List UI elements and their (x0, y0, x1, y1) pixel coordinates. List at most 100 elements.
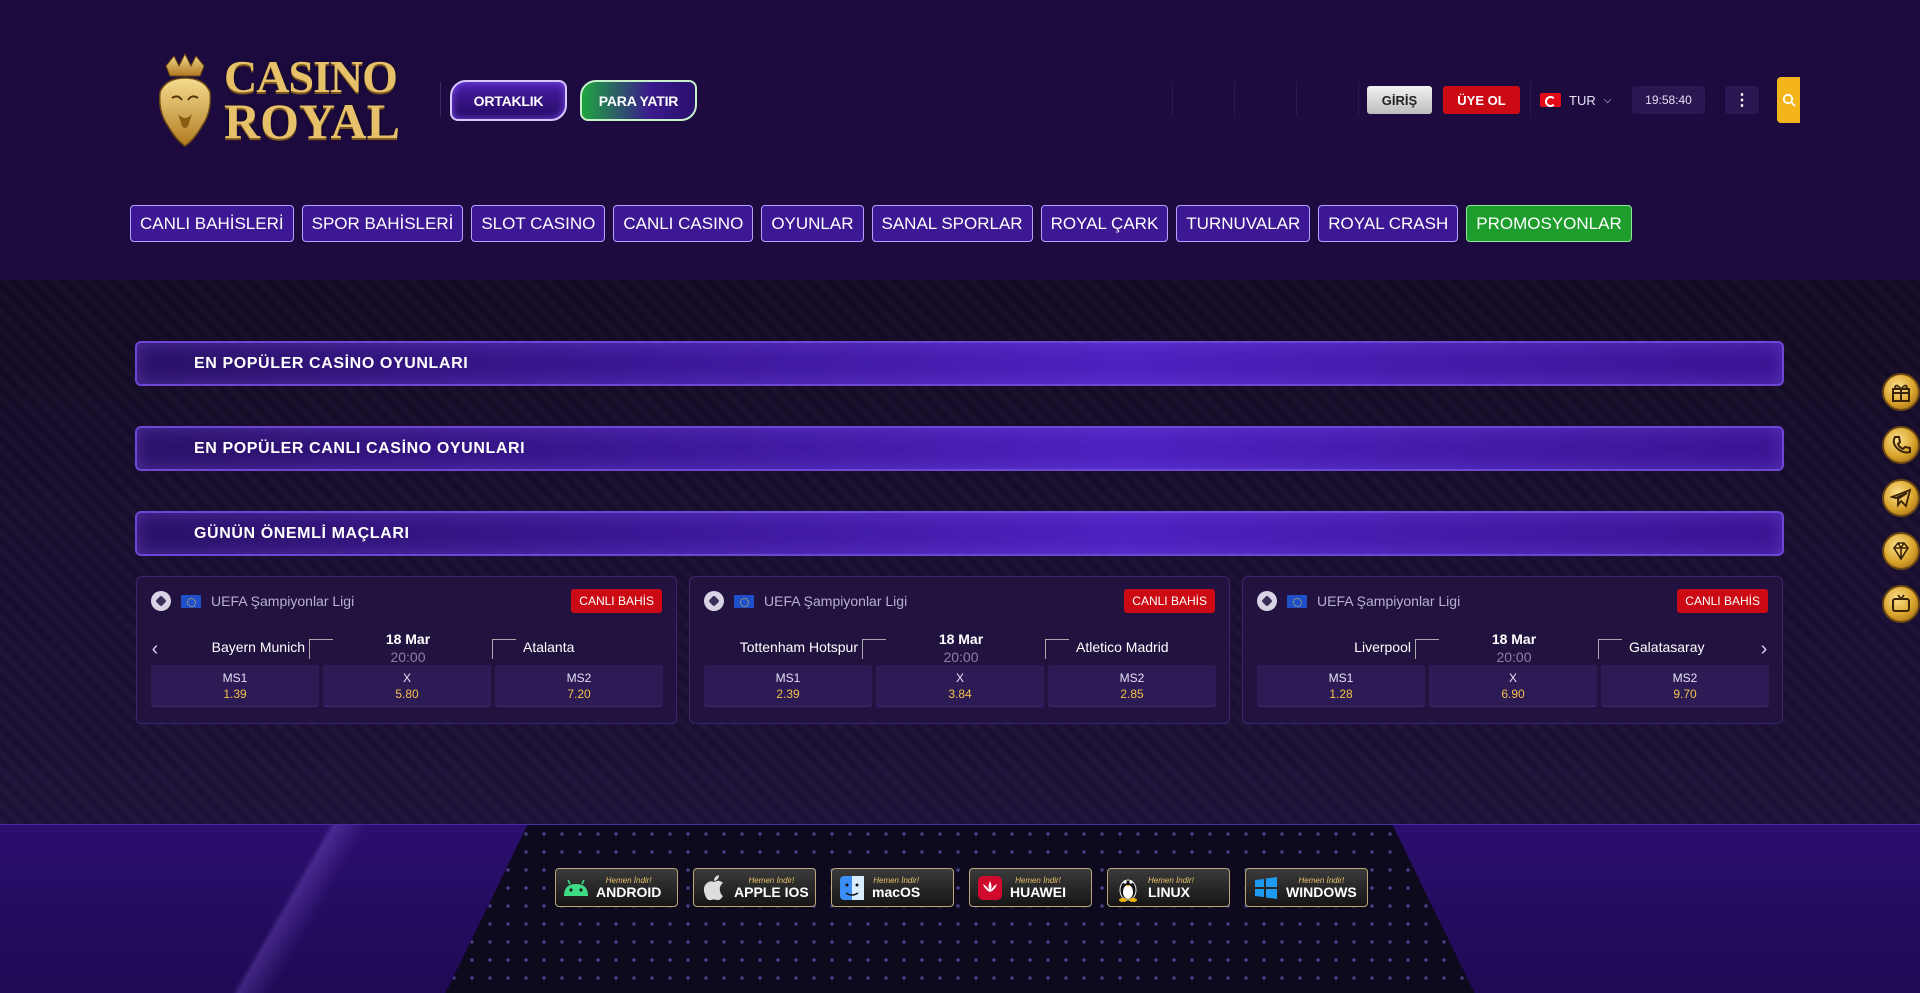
search-icon (1782, 93, 1796, 107)
live-bet-badge[interactable]: CANLI BAHİS (571, 589, 662, 613)
chevron-down-icon: ⌵ (1603, 94, 1612, 106)
odd-value: 6.90 (1501, 687, 1525, 701)
download-huawei-button[interactable]: Hemen İndir! HUAWEI (969, 868, 1092, 907)
nav-royal-wheel[interactable]: ROYAL ÇARK (1040, 205, 1169, 242)
odd-draw[interactable]: X 5.80 (323, 665, 491, 707)
section-todays-matches[interactable]: GÜNÜN ÖNEMLİ MAÇLARI (135, 511, 1784, 556)
logo-wordmark: CASINO ROYAL (224, 50, 400, 150)
platform-name: LINUX (1148, 883, 1190, 900)
header-divider (1358, 82, 1359, 116)
huawei-icon (976, 874, 1004, 902)
live-bet-badge[interactable]: CANLI BAHİS (1677, 589, 1768, 613)
nav-live-casino[interactable]: CANLI CASINO (613, 205, 754, 242)
download-linux-button[interactable]: Hemen İndir! LINUX (1107, 868, 1230, 907)
odd-label: X (402, 671, 411, 685)
register-button[interactable]: ÜYE OL (1443, 86, 1520, 114)
odd-label: X (1508, 671, 1517, 685)
odd-label: MS2 (1672, 671, 1698, 685)
nav-slot-casino[interactable]: SLOT CASINO (471, 205, 606, 242)
odd-home[interactable]: MS1 1.28 (1257, 665, 1425, 707)
match-date: 18 Mar (1491, 631, 1537, 647)
main-nav: CANLI BAHİSLERİ SPOR BAHİSLERİ SLOT CASI… (130, 205, 1632, 242)
odd-value: 3.84 (948, 687, 972, 701)
clock-display: 19:58:40 (1632, 86, 1705, 114)
away-team: Atletico Madrid (1076, 639, 1169, 655)
odd-draw[interactable]: X 6.90 (1429, 665, 1597, 707)
odd-home[interactable]: MS1 1.39 (151, 665, 319, 707)
odd-label: MS2 (566, 671, 592, 685)
footer-decoration (445, 825, 1475, 993)
football-icon (704, 591, 724, 611)
odd-away[interactable]: MS2 2.85 (1048, 665, 1216, 707)
platform-name: APPLE IOS (734, 883, 809, 900)
carousel-prev-icon[interactable]: ‹ (148, 638, 162, 660)
search-button[interactable] (1777, 77, 1800, 123)
odd-value: 2.39 (776, 687, 800, 701)
android-icon (562, 874, 590, 902)
site-logo[interactable]: CASINO ROYAL (152, 50, 400, 150)
odd-away[interactable]: MS2 7.20 (495, 665, 663, 707)
nav-sports-betting[interactable]: SPOR BAHİSLERİ (301, 205, 464, 242)
match-card[interactable]: UEFA Şampiyonlar Ligi CANLI BAHİS Liverp… (1242, 576, 1783, 724)
platform-name: macOS (872, 883, 921, 900)
diamond-icon[interactable] (1882, 532, 1920, 570)
league-name: UEFA Şampiyonlar Ligi (211, 593, 355, 609)
odd-draw[interactable]: X 3.84 (876, 665, 1044, 707)
football-icon (151, 591, 171, 611)
site-footer: Hemen İndir! ANDROID Hemen İndir! APPLE … (0, 824, 1920, 993)
telegram-icon[interactable] (1882, 479, 1920, 517)
section-title: EN POPÜLER CANLI CASİNO OYUNLARI (194, 440, 526, 457)
phone-icon[interactable] (1882, 426, 1920, 464)
header-divider (440, 82, 441, 116)
gift-icon[interactable] (1882, 373, 1920, 411)
nav-live-betting[interactable]: CANLI BAHİSLERİ (130, 205, 294, 242)
deposit-button[interactable]: PARA YATIR (580, 80, 697, 121)
download-ios-button[interactable]: Hemen İndir! APPLE IOS (693, 868, 816, 907)
carousel-next-icon[interactable]: › (1757, 638, 1771, 660)
nav-tournaments[interactable]: TURNUVALAR (1176, 205, 1311, 242)
team-logo (492, 639, 516, 659)
platform-name: HUAWEI (1010, 883, 1066, 900)
team-logo (1598, 639, 1622, 659)
odd-away[interactable]: MS2 9.70 (1601, 665, 1769, 707)
download-android-button[interactable]: Hemen İndir! ANDROID (555, 868, 678, 907)
download-macos-button[interactable]: Hemen İndir! macOS (831, 868, 954, 907)
language-selector[interactable]: TUR ⌵ (1540, 90, 1611, 110)
apple-icon (700, 874, 728, 902)
header-divider (1234, 82, 1235, 116)
match-time: 20:00 (390, 649, 426, 665)
header-divider (1296, 82, 1297, 116)
platform-name: WINDOWS (1286, 883, 1357, 900)
match-date: 18 Mar (938, 631, 984, 647)
match-date: 18 Mar (385, 631, 431, 647)
team-logo (1415, 639, 1439, 659)
match-card[interactable]: UEFA Şampiyonlar Ligi CANLI BAHİS Totten… (689, 576, 1230, 724)
eu-flag-icon (181, 594, 201, 608)
odd-label: MS1 (1328, 671, 1354, 685)
match-card[interactable]: UEFA Şampiyonlar Ligi CANLI BAHİS Bayern… (136, 576, 677, 724)
league-name: UEFA Şampiyonlar Ligi (1317, 593, 1461, 609)
download-windows-button[interactable]: Hemen İndir! WINDOWS (1245, 868, 1368, 907)
nav-games[interactable]: OYUNLAR (761, 205, 864, 242)
more-menu-icon[interactable]: ⋮ (1725, 86, 1759, 114)
home-team: Tottenham Hotspur (739, 639, 858, 655)
odd-home[interactable]: MS1 2.39 (704, 665, 872, 707)
affiliate-button[interactable]: ORTAKLIK (450, 80, 567, 121)
section-popular-casino[interactable]: EN POPÜLER CASİNO OYUNLARI (135, 341, 1784, 386)
tv-icon[interactable] (1882, 585, 1920, 623)
app-download-row: Hemen İndir! ANDROID Hemen İndir! APPLE … (555, 868, 1368, 907)
odd-value: 5.80 (395, 687, 419, 701)
home-team: Bayern Munich (211, 639, 305, 655)
odd-label: MS1 (775, 671, 801, 685)
nav-royal-crash[interactable]: ROYAL CRASH (1318, 205, 1459, 242)
nav-promotions[interactable]: PROMOSYONLAR (1466, 205, 1632, 242)
login-button[interactable]: GİRİŞ (1367, 86, 1432, 114)
live-bet-badge[interactable]: CANLI BAHİS (1124, 589, 1215, 613)
section-popular-live-casino[interactable]: EN POPÜLER CANLI CASİNO OYUNLARI (135, 426, 1784, 471)
team-logo (862, 639, 886, 659)
language-label: TUR (1569, 92, 1596, 108)
nav-virtual-sports[interactable]: SANAL SPORLAR (871, 205, 1033, 242)
odd-value: 2.85 (1120, 687, 1144, 701)
odd-value: 1.28 (1329, 687, 1353, 701)
lion-crest-icon (152, 52, 218, 148)
